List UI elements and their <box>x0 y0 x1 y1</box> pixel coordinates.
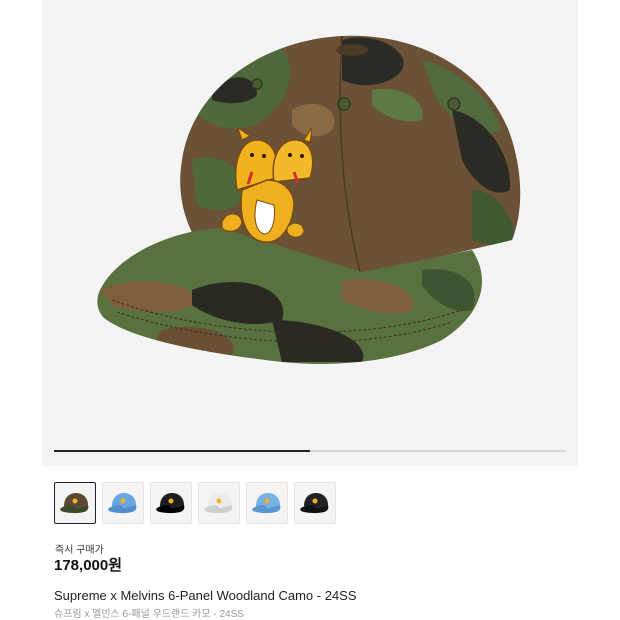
thumbnail-light-blue[interactable] <box>246 482 288 524</box>
thumbnail-white[interactable] <box>198 482 240 524</box>
cap-icon <box>252 493 281 514</box>
thumbnail-black[interactable] <box>150 482 192 524</box>
thumbnail-light-blue[interactable] <box>102 482 144 524</box>
price: 178,000원 <box>54 557 123 574</box>
gallery-progress-track <box>54 450 566 452</box>
thumbnail-strip <box>54 482 336 524</box>
product-image-cap <box>97 35 521 364</box>
gallery-progress-fill <box>54 450 310 452</box>
thumbnail-black[interactable] <box>294 482 336 524</box>
cap-icon <box>156 493 185 514</box>
product-title: Supreme x Melvins 6-Panel Woodland Camo … <box>54 588 357 603</box>
thumbnail-woodland-camo[interactable] <box>54 482 96 524</box>
product-image-area[interactable] <box>42 0 578 466</box>
cap-icon <box>60 493 89 514</box>
cap-icon <box>108 493 137 514</box>
cap-icon <box>204 493 233 514</box>
product-title-korean: 슈프림 x 멜빈스 6-패널 우드랜드 카모 - 24SS <box>54 609 244 620</box>
cap-icon <box>300 493 329 514</box>
